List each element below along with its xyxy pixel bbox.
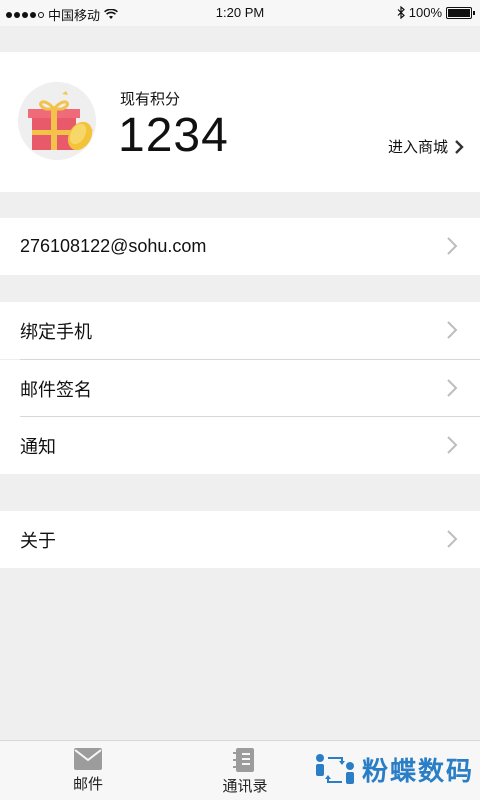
tab-mail-label: 邮件 — [72, 776, 103, 793]
about-label: 关于 — [20, 530, 56, 551]
mail-signature-label: 邮件签名 — [20, 379, 92, 400]
tab-mail[interactable]: 邮件 — [38, 747, 138, 794]
brand-logo-icon — [315, 753, 354, 784]
tab-bar: 邮件 通讯录 粉蝶数码 — [0, 740, 480, 800]
chevron-right-icon — [447, 530, 458, 548]
points-value: 1234 — [118, 109, 229, 162]
enter-mall-label: 进入商城 — [387, 139, 448, 156]
tab-contacts[interactable]: 通讯录 — [195, 747, 295, 796]
bind-phone-label: 绑定手机 — [20, 321, 92, 342]
brand-watermark: 粉蝶数码 — [314, 751, 474, 788]
battery-percent: 100% — [408, 5, 442, 20]
account-email-row[interactable]: 276108122@sohu.com — [0, 218, 480, 275]
status-bar: 中国移动 1:20 PM 100% — [0, 0, 480, 26]
points-card: 现有积分 1234 进入商城 — [0, 52, 480, 192]
enter-mall-link[interactable]: 进入商城 — [388, 136, 464, 157]
account-email: 276108122@sohu.com — [20, 236, 207, 256]
gift-icon — [18, 82, 96, 160]
chevron-right-icon — [447, 379, 458, 397]
status-right: 100% — [397, 5, 475, 20]
chevron-right-icon — [447, 237, 458, 255]
mail-icon — [74, 748, 102, 770]
notifications-label: 通知 — [20, 436, 56, 457]
points-label: 现有积分 — [120, 91, 181, 108]
brand-text: 粉蝶数码 — [361, 756, 474, 786]
mail-signature-row[interactable]: 邮件签名 — [0, 360, 480, 417]
notifications-row[interactable]: 通知 — [0, 417, 480, 474]
bind-phone-row[interactable]: 绑定手机 — [0, 302, 480, 359]
bluetooth-icon — [397, 6, 405, 19]
contacts-icon — [233, 748, 254, 772]
chevron-right-icon — [447, 436, 458, 454]
chevron-right-icon — [455, 139, 464, 154]
chevron-right-icon — [447, 321, 458, 339]
gift-avatar — [18, 82, 96, 160]
about-row[interactable]: 关于 — [0, 511, 480, 568]
battery-icon — [446, 6, 475, 19]
tab-contacts-label: 通讯录 — [222, 778, 268, 795]
